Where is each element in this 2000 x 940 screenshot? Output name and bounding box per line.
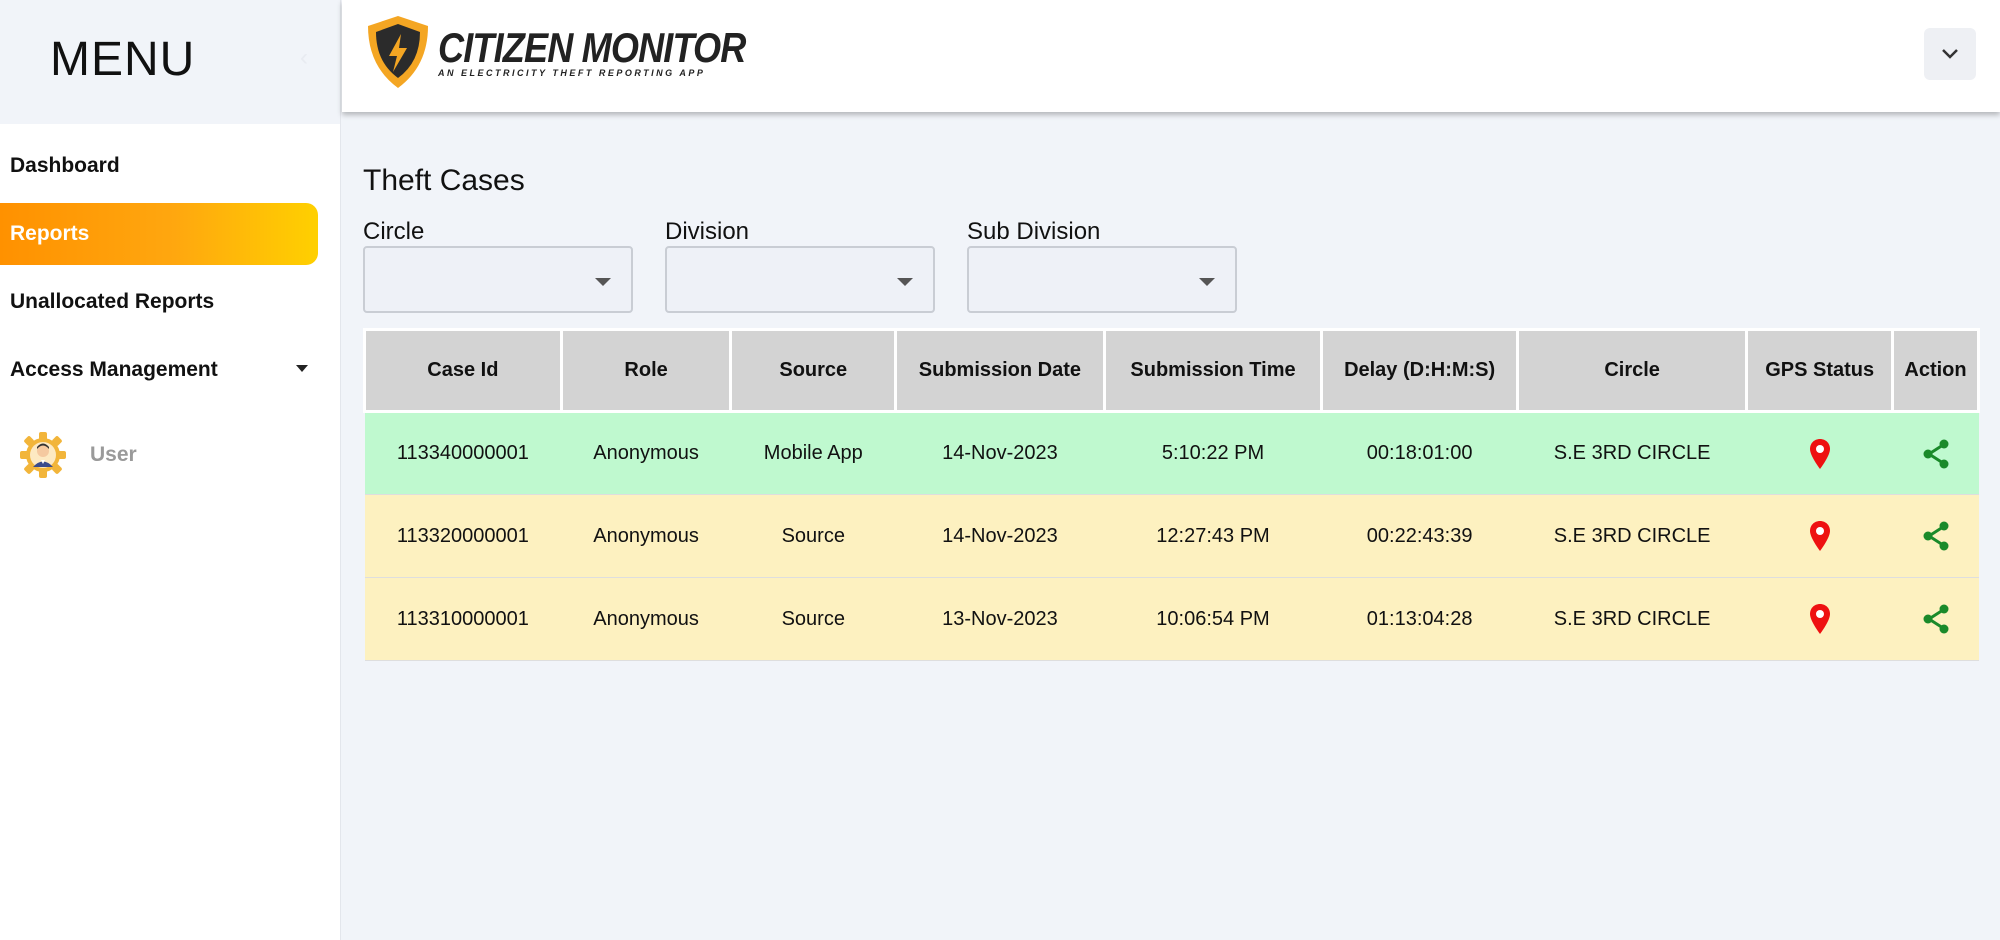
circle-cell: S.E 3RD CIRCLE [1517,411,1747,495]
chevron-left-icon[interactable]: ‹ [300,44,308,72]
column-header[interactable]: Source [729,328,898,413]
caret-down-icon [296,365,308,372]
location-pin-icon[interactable] [1809,438,1831,470]
column-header[interactable]: GPS Status [1745,328,1894,413]
sidebar-user[interactable]: User [18,430,137,480]
column-header[interactable]: Role [559,328,733,413]
delay-cell: 00:18:01:00 [1321,411,1518,495]
column-header[interactable]: Delay (D:H:M:S) [1320,328,1519,413]
sidebar-nav: Dashboard Reports Unallocated Reports Ac… [0,124,341,401]
top-header: CITIZEN MONITOR AN ELECTRICITY THEFT REP… [342,0,2000,112]
table-row[interactable]: 113310000001 Anonymous Source 13-Nov-202… [364,577,1979,661]
division-select[interactable] [665,246,935,313]
sidebar: MENU ‹ Dashboard Reports Unallocated Rep… [0,0,341,940]
app-logo: CITIZEN MONITOR AN ELECTRICITY THEFT REP… [364,14,796,90]
circle-select[interactable] [363,246,633,313]
column-header[interactable]: Case Id [363,328,563,413]
sub-division-select[interactable] [967,246,1237,313]
sidebar-item-label: Access Management [10,358,218,381]
share-icon[interactable] [1921,604,1951,634]
share-icon[interactable] [1921,521,1951,551]
gps-status-cell [1746,577,1893,661]
time-cell: 10:06:54 PM [1104,577,1322,661]
table-row[interactable]: 113340000001 Anonymous Mobile App 14-Nov… [364,411,1979,495]
gps-status-cell [1746,411,1893,495]
caret-down-icon [1199,278,1215,286]
sidebar-item-label: Dashboard [10,154,120,177]
share-icon[interactable] [1921,439,1951,469]
division-filter: Division [665,218,935,313]
page-title: Theft Cases [363,164,525,197]
shield-bolt-icon [368,16,428,88]
sidebar-item-unallocated-reports[interactable]: Unallocated Reports [0,271,341,333]
action-cell [1892,411,1979,495]
role-cell: Anonymous [561,577,731,661]
source-cell: Source [730,494,896,578]
table-header-row: Case Id Role Source Submission Date Subm… [363,328,1980,413]
user-gear-icon [20,432,66,478]
date-cell: 14-Nov-2023 [895,494,1105,578]
location-pin-icon[interactable] [1809,603,1831,635]
caret-down-icon [897,278,913,286]
time-cell: 5:10:22 PM [1104,411,1322,495]
menu-title: MENU [50,33,196,86]
header-dropdown-button[interactable] [1924,28,1976,80]
table-row[interactable]: 113320000001 Anonymous Source 14-Nov-202… [364,494,1979,578]
column-header[interactable]: Action [1891,328,1980,413]
menu-header: MENU ‹ [0,0,340,124]
circle-cell: S.E 3RD CIRCLE [1517,577,1747,661]
filter-label: Division [665,218,750,245]
sidebar-item-label: Reports [10,222,90,245]
circle-cell: S.E 3RD CIRCLE [1517,494,1747,578]
delay-cell: 00:22:43:39 [1321,494,1518,578]
sidebar-item-access-management[interactable]: Access Management [0,339,341,401]
chevron-down-icon [1942,49,1958,59]
case-id-cell: 113320000001 [364,494,562,578]
delay-cell: 01:13:04:28 [1321,577,1518,661]
source-cell: Source [730,577,896,661]
column-header[interactable]: Submission Date [894,328,1106,413]
action-cell [1892,577,1979,661]
time-cell: 12:27:43 PM [1104,494,1322,578]
gps-status-cell [1746,494,1893,578]
source-cell: Mobile App [730,411,896,495]
filter-label: Sub Division [967,218,1101,245]
action-cell [1892,494,1979,578]
role-cell: Anonymous [561,494,731,578]
column-header[interactable]: Circle [1515,328,1749,413]
sub-division-filter: Sub Division [967,218,1237,313]
logo-name: CITIZEN MONITOR [438,24,746,71]
caret-down-icon [595,278,611,286]
role-cell: Anonymous [561,411,731,495]
filter-label: Circle [363,218,425,245]
sidebar-item-reports[interactable]: Reports [0,203,318,265]
case-id-cell: 113340000001 [364,411,562,495]
date-cell: 14-Nov-2023 [895,411,1105,495]
sidebar-item-dashboard[interactable]: Dashboard [0,135,341,197]
user-label: User [90,443,137,466]
theft-cases-table: Case Id Role Source Submission Date Subm… [363,328,1980,661]
location-pin-icon[interactable] [1809,520,1831,552]
column-header[interactable]: Submission Time [1102,328,1324,413]
circle-filter: Circle [363,218,633,313]
case-id-cell: 113310000001 [364,577,562,661]
date-cell: 13-Nov-2023 [895,577,1105,661]
sidebar-item-label: Unallocated Reports [10,290,215,313]
